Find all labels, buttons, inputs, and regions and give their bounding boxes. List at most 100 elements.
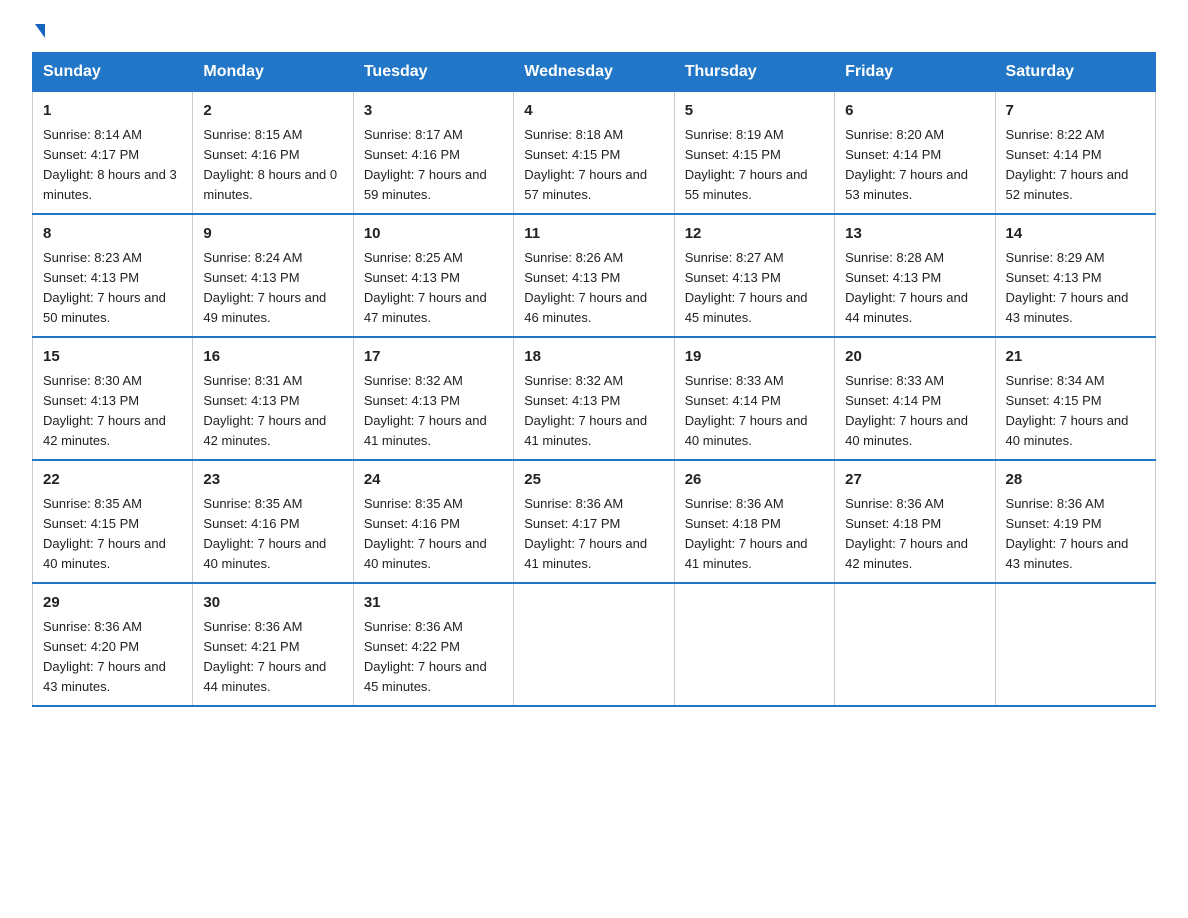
calendar-cell: 25Sunrise: 8:36 AM Sunset: 4:17 PM Dayli… [514, 460, 674, 583]
day-info: Sunrise: 8:36 AM Sunset: 4:18 PM Dayligh… [685, 494, 824, 575]
day-number: 20 [845, 346, 984, 369]
calendar-cell: 10Sunrise: 8:25 AM Sunset: 4:13 PM Dayli… [353, 214, 513, 337]
calendar-cell: 2Sunrise: 8:15 AM Sunset: 4:16 PM Daylig… [193, 92, 353, 215]
calendar-cell: 22Sunrise: 8:35 AM Sunset: 4:15 PM Dayli… [33, 460, 193, 583]
day-info: Sunrise: 8:36 AM Sunset: 4:19 PM Dayligh… [1006, 494, 1145, 575]
day-info: Sunrise: 8:28 AM Sunset: 4:13 PM Dayligh… [845, 248, 984, 329]
day-number: 12 [685, 223, 824, 246]
day-info: Sunrise: 8:22 AM Sunset: 4:14 PM Dayligh… [1006, 125, 1145, 206]
calendar-cell: 15Sunrise: 8:30 AM Sunset: 4:13 PM Dayli… [33, 337, 193, 460]
day-number: 29 [43, 592, 182, 615]
day-info: Sunrise: 8:34 AM Sunset: 4:15 PM Dayligh… [1006, 371, 1145, 452]
day-number: 9 [203, 223, 342, 246]
day-info: Sunrise: 8:26 AM Sunset: 4:13 PM Dayligh… [524, 248, 663, 329]
day-number: 21 [1006, 346, 1145, 369]
day-info: Sunrise: 8:36 AM Sunset: 4:21 PM Dayligh… [203, 617, 342, 698]
day-info: Sunrise: 8:17 AM Sunset: 4:16 PM Dayligh… [364, 125, 503, 206]
day-number: 15 [43, 346, 182, 369]
calendar-cell: 1Sunrise: 8:14 AM Sunset: 4:17 PM Daylig… [33, 92, 193, 215]
calendar-cell: 23Sunrise: 8:35 AM Sunset: 4:16 PM Dayli… [193, 460, 353, 583]
calendar-cell: 13Sunrise: 8:28 AM Sunset: 4:13 PM Dayli… [835, 214, 995, 337]
calendar-cell: 18Sunrise: 8:32 AM Sunset: 4:13 PM Dayli… [514, 337, 674, 460]
day-number: 24 [364, 469, 503, 492]
day-number: 7 [1006, 100, 1145, 123]
calendar-cell: 19Sunrise: 8:33 AM Sunset: 4:14 PM Dayli… [674, 337, 834, 460]
calendar-cell: 26Sunrise: 8:36 AM Sunset: 4:18 PM Dayli… [674, 460, 834, 583]
calendar-week-row: 29Sunrise: 8:36 AM Sunset: 4:20 PM Dayli… [33, 583, 1156, 706]
day-number: 13 [845, 223, 984, 246]
day-info: Sunrise: 8:36 AM Sunset: 4:18 PM Dayligh… [845, 494, 984, 575]
calendar-cell: 24Sunrise: 8:35 AM Sunset: 4:16 PM Dayli… [353, 460, 513, 583]
day-number: 5 [685, 100, 824, 123]
calendar-cell: 5Sunrise: 8:19 AM Sunset: 4:15 PM Daylig… [674, 92, 834, 215]
calendar-cell: 27Sunrise: 8:36 AM Sunset: 4:18 PM Dayli… [835, 460, 995, 583]
calendar-table: SundayMondayTuesdayWednesdayThursdayFrid… [32, 52, 1156, 707]
day-info: Sunrise: 8:35 AM Sunset: 4:16 PM Dayligh… [364, 494, 503, 575]
day-number: 26 [685, 469, 824, 492]
day-info: Sunrise: 8:36 AM Sunset: 4:17 PM Dayligh… [524, 494, 663, 575]
calendar-cell [995, 583, 1155, 706]
calendar-cell: 29Sunrise: 8:36 AM Sunset: 4:20 PM Dayli… [33, 583, 193, 706]
day-number: 6 [845, 100, 984, 123]
calendar-cell: 14Sunrise: 8:29 AM Sunset: 4:13 PM Dayli… [995, 214, 1155, 337]
day-info: Sunrise: 8:14 AM Sunset: 4:17 PM Dayligh… [43, 125, 182, 206]
day-number: 11 [524, 223, 663, 246]
day-number: 31 [364, 592, 503, 615]
calendar-header-row: SundayMondayTuesdayWednesdayThursdayFrid… [33, 53, 1156, 92]
day-info: Sunrise: 8:30 AM Sunset: 4:13 PM Dayligh… [43, 371, 182, 452]
day-number: 27 [845, 469, 984, 492]
calendar-cell: 28Sunrise: 8:36 AM Sunset: 4:19 PM Dayli… [995, 460, 1155, 583]
calendar-cell: 8Sunrise: 8:23 AM Sunset: 4:13 PM Daylig… [33, 214, 193, 337]
day-info: Sunrise: 8:35 AM Sunset: 4:15 PM Dayligh… [43, 494, 182, 575]
calendar-cell: 30Sunrise: 8:36 AM Sunset: 4:21 PM Dayli… [193, 583, 353, 706]
day-info: Sunrise: 8:35 AM Sunset: 4:16 PM Dayligh… [203, 494, 342, 575]
calendar-cell: 3Sunrise: 8:17 AM Sunset: 4:16 PM Daylig… [353, 92, 513, 215]
day-info: Sunrise: 8:19 AM Sunset: 4:15 PM Dayligh… [685, 125, 824, 206]
calendar-week-row: 8Sunrise: 8:23 AM Sunset: 4:13 PM Daylig… [33, 214, 1156, 337]
day-number: 22 [43, 469, 182, 492]
col-header-sunday: Sunday [33, 53, 193, 92]
calendar-cell: 12Sunrise: 8:27 AM Sunset: 4:13 PM Dayli… [674, 214, 834, 337]
col-header-saturday: Saturday [995, 53, 1155, 92]
day-number: 19 [685, 346, 824, 369]
calendar-cell: 7Sunrise: 8:22 AM Sunset: 4:14 PM Daylig… [995, 92, 1155, 215]
day-info: Sunrise: 8:29 AM Sunset: 4:13 PM Dayligh… [1006, 248, 1145, 329]
logo [32, 24, 45, 34]
day-info: Sunrise: 8:33 AM Sunset: 4:14 PM Dayligh… [845, 371, 984, 452]
day-info: Sunrise: 8:36 AM Sunset: 4:22 PM Dayligh… [364, 617, 503, 698]
day-number: 8 [43, 223, 182, 246]
col-header-friday: Friday [835, 53, 995, 92]
day-number: 25 [524, 469, 663, 492]
day-number: 16 [203, 346, 342, 369]
day-info: Sunrise: 8:24 AM Sunset: 4:13 PM Dayligh… [203, 248, 342, 329]
col-header-tuesday: Tuesday [353, 53, 513, 92]
day-number: 18 [524, 346, 663, 369]
calendar-cell: 17Sunrise: 8:32 AM Sunset: 4:13 PM Dayli… [353, 337, 513, 460]
day-number: 3 [364, 100, 503, 123]
calendar-week-row: 15Sunrise: 8:30 AM Sunset: 4:13 PM Dayli… [33, 337, 1156, 460]
day-number: 10 [364, 223, 503, 246]
calendar-week-row: 22Sunrise: 8:35 AM Sunset: 4:15 PM Dayli… [33, 460, 1156, 583]
calendar-cell: 6Sunrise: 8:20 AM Sunset: 4:14 PM Daylig… [835, 92, 995, 215]
day-info: Sunrise: 8:23 AM Sunset: 4:13 PM Dayligh… [43, 248, 182, 329]
calendar-cell [674, 583, 834, 706]
day-number: 4 [524, 100, 663, 123]
calendar-cell: 9Sunrise: 8:24 AM Sunset: 4:13 PM Daylig… [193, 214, 353, 337]
day-info: Sunrise: 8:32 AM Sunset: 4:13 PM Dayligh… [524, 371, 663, 452]
day-number: 23 [203, 469, 342, 492]
calendar-week-row: 1Sunrise: 8:14 AM Sunset: 4:17 PM Daylig… [33, 92, 1156, 215]
calendar-cell: 21Sunrise: 8:34 AM Sunset: 4:15 PM Dayli… [995, 337, 1155, 460]
day-number: 17 [364, 346, 503, 369]
day-info: Sunrise: 8:18 AM Sunset: 4:15 PM Dayligh… [524, 125, 663, 206]
logo-arrow-icon [35, 24, 45, 38]
day-number: 30 [203, 592, 342, 615]
day-number: 28 [1006, 469, 1145, 492]
calendar-cell: 31Sunrise: 8:36 AM Sunset: 4:22 PM Dayli… [353, 583, 513, 706]
day-info: Sunrise: 8:31 AM Sunset: 4:13 PM Dayligh… [203, 371, 342, 452]
calendar-cell: 11Sunrise: 8:26 AM Sunset: 4:13 PM Dayli… [514, 214, 674, 337]
day-info: Sunrise: 8:25 AM Sunset: 4:13 PM Dayligh… [364, 248, 503, 329]
day-info: Sunrise: 8:36 AM Sunset: 4:20 PM Dayligh… [43, 617, 182, 698]
day-number: 1 [43, 100, 182, 123]
day-info: Sunrise: 8:33 AM Sunset: 4:14 PM Dayligh… [685, 371, 824, 452]
col-header-monday: Monday [193, 53, 353, 92]
